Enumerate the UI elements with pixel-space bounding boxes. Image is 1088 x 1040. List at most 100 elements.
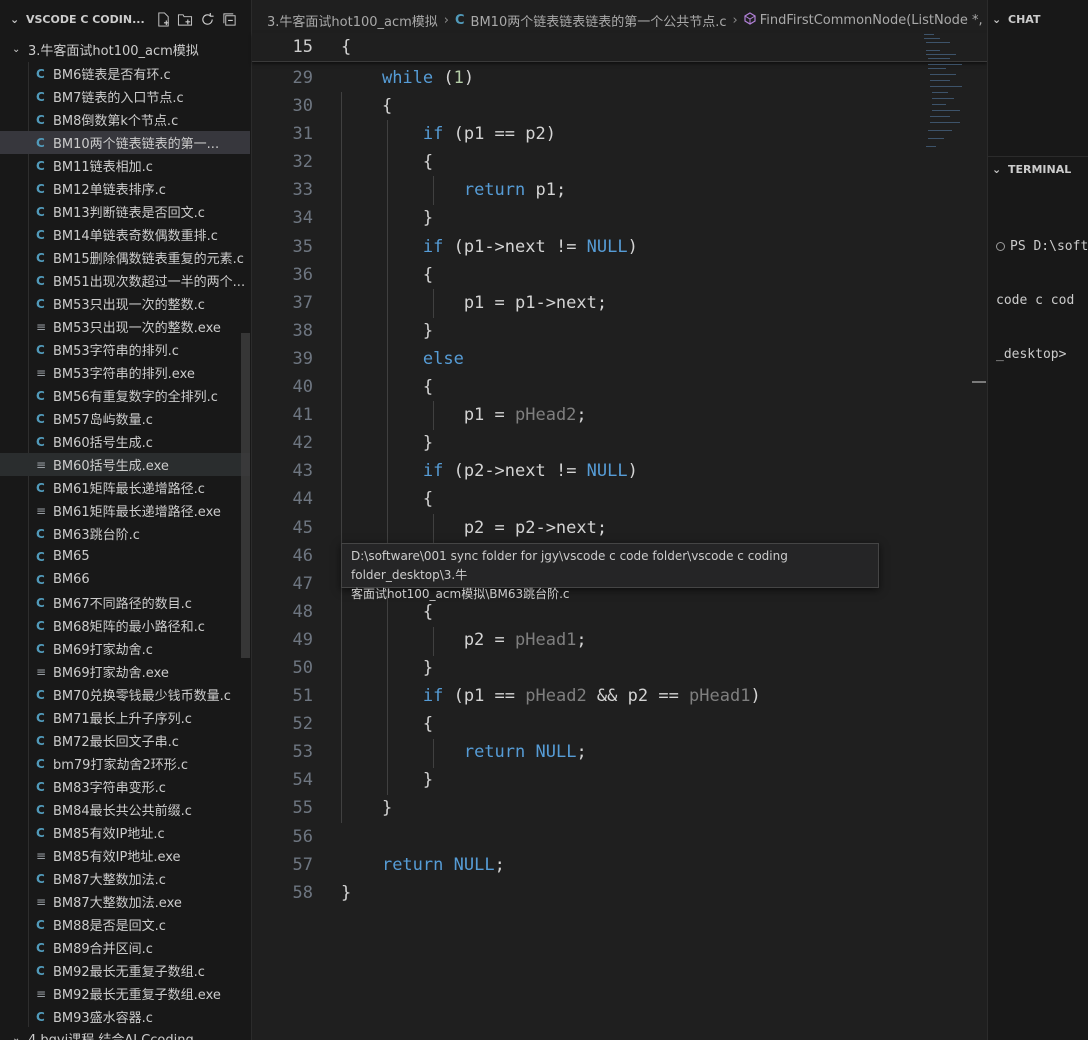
code-line[interactable]: 35 if (p1->next != NULL) <box>252 233 987 261</box>
file-item[interactable]: ≡ BM69打家劫舍.exe <box>0 660 250 683</box>
file-item[interactable]: C BM10两个链表链表的第一... <box>0 131 250 154</box>
file-name: BM63跳台阶.c <box>53 528 140 543</box>
file-item[interactable]: C BM88是否是回文.c <box>0 913 250 936</box>
terminal-output[interactable]: PS D:\soft code c cod _desktop> <box>996 202 1088 400</box>
code-line[interactable]: 30 { <box>252 92 987 120</box>
code-line[interactable]: 38 } <box>252 317 987 345</box>
code-line[interactable]: 32 { <box>252 148 987 176</box>
code-line[interactable]: 53 return NULL; <box>252 738 987 766</box>
file-item[interactable]: C BM11链表相加.c <box>0 154 250 177</box>
collapse-all-icon[interactable] <box>221 11 237 27</box>
code-line[interactable]: 54 } <box>252 766 987 794</box>
file-item[interactable]: ≡ BM92最长无重复子数组.exe <box>0 982 250 1005</box>
file-item[interactable]: C BM87大整数加法.c <box>0 867 250 890</box>
file-item[interactable]: C BM63跳台阶.c <box>0 522 250 545</box>
folder-row[interactable]: ⌄ 3.牛客面试hot100_acm模拟 <box>0 38 251 60</box>
code-text: if (p2->next != NULL) <box>422 461 638 482</box>
breadcrumb-file[interactable]: BM10两个链表链表链表的第一个公共节点.c <box>471 11 727 30</box>
c-file-icon: C <box>36 641 45 656</box>
file-item[interactable]: ≡ BM53只出现一次的整数.exe <box>0 315 250 338</box>
code-line[interactable]: 51 if (p1 == pHead2 && p2 == pHead1) <box>252 682 987 710</box>
c-file-icon: C <box>36 871 45 886</box>
breadcrumb-folder[interactable]: 3.牛客面试hot100_acm模拟 <box>267 11 438 30</box>
line-number: 45 <box>292 517 313 538</box>
code-line[interactable]: 43 if (p2->next != NULL) <box>252 457 987 485</box>
file-item[interactable]: C BM53字符串的排列.c <box>0 338 250 361</box>
file-item[interactable]: C BM6链表是否有环.c <box>0 62 250 85</box>
new-file-icon[interactable] <box>155 11 171 27</box>
file-item[interactable]: C BM65 <box>0 545 250 568</box>
file-item[interactable]: C BM69打家劫舍.c <box>0 637 250 660</box>
file-item[interactable]: Cbm79打家劫舍2环形.c <box>0 752 250 775</box>
code-line[interactable]: 49 p2 = pHead1; <box>252 626 987 654</box>
file-item[interactable]: C BM67不同路径的数目.c <box>0 591 250 614</box>
code-line[interactable]: 33 return p1; <box>252 176 987 204</box>
file-item[interactable]: C BM72最长回文子串.c <box>0 729 250 752</box>
file-item[interactable]: C BM12单链表排序.c <box>0 177 250 200</box>
code-line[interactable]: 57 return NULL; <box>252 851 987 879</box>
folder-row-collapsed[interactable]: ⌄ 4.bgvj课程 结合AI Ccoding <box>0 1027 251 1040</box>
code-line[interactable]: 44 { <box>252 485 987 513</box>
code-text: else <box>422 348 464 369</box>
chevron-down-icon[interactable]: ⌄ <box>10 13 26 26</box>
file-item[interactable]: ≡ BM60括号生成.exe <box>0 453 250 476</box>
file-item[interactable]: C BM14单链表奇数偶数重排.c <box>0 223 250 246</box>
file-item[interactable]: ≡ BM87大整数加法.exe <box>0 890 250 913</box>
file-item[interactable]: C BM56有重复数字的全排列.c <box>0 384 250 407</box>
code-line[interactable]: 36 { <box>252 261 987 289</box>
file-item[interactable]: C BM71最长上升子序列.c <box>0 706 250 729</box>
explorer-header[interactable]: ⌄ VSCODE C CODIN... <box>0 0 251 38</box>
explorer-scrollbar[interactable] <box>241 333 250 658</box>
code-line[interactable]: 50 } <box>252 654 987 682</box>
sticky-scroll-line[interactable]: 15 { <box>252 33 987 63</box>
code-line[interactable]: 39 else <box>252 345 987 373</box>
refresh-icon[interactable] <box>199 11 215 27</box>
file-item[interactable]: C BM7链表的入口节点.c <box>0 85 250 108</box>
file-item[interactable]: C BM68矩阵的最小路径和.c <box>0 614 250 637</box>
terminal-section-header[interactable]: ⌄ TERMINAL <box>988 150 1088 188</box>
file-item[interactable]: ≡ BM61矩阵最长递增路径.exe <box>0 499 250 522</box>
file-item[interactable]: C BM57岛屿数量.c <box>0 407 250 430</box>
file-name: BM53字符串的排列.exe <box>53 367 195 382</box>
file-name: BM84最长共公共前缀.c <box>53 804 192 819</box>
line-number: 34 <box>292 208 313 229</box>
code-line[interactable]: 58} <box>252 879 987 907</box>
file-item[interactable]: C BM70兑换零钱最少钱币数量.c <box>0 683 250 706</box>
file-item[interactable]: C BM53只出现一次的整数.c <box>0 292 250 315</box>
new-folder-icon[interactable] <box>177 11 193 27</box>
code-line[interactable]: 55 } <box>252 794 987 822</box>
file-item[interactable]: ≡ BM85有效IP地址.exe <box>0 844 250 867</box>
code-line[interactable]: 31 if (p1 == p2) <box>252 120 987 148</box>
code-line[interactable]: 34 } <box>252 204 987 232</box>
file-item[interactable]: C BM15删除偶数链表重复的元素.c <box>0 246 250 269</box>
file-item[interactable]: ≡ BM53字符串的排列.exe <box>0 361 250 384</box>
file-item[interactable]: C BM8倒数第k个节点.c <box>0 108 250 131</box>
file-item[interactable]: C BM83字符串变形.c <box>0 775 250 798</box>
file-item[interactable]: C BM84最长共公共前缀.c <box>0 798 250 821</box>
chevron-down-icon[interactable]: ⌄ <box>992 163 1008 176</box>
code-line[interactable]: 40 { <box>252 373 987 401</box>
code-line[interactable]: 37 p1 = p1->next; <box>252 289 987 317</box>
file-item[interactable]: C BM85有效IP地址.c <box>0 821 250 844</box>
file-item[interactable]: C BM61矩阵最长递增路径.c <box>0 476 250 499</box>
code-line[interactable]: 45 p2 = p2->next; <box>252 514 987 542</box>
file-item[interactable]: C BM92最长无重复子数组.c <box>0 959 250 982</box>
minimap[interactable] <box>922 30 977 155</box>
file-item[interactable]: C BM89合并区间.c <box>0 936 250 959</box>
file-item[interactable]: C BM51出现次数超过一半的两个... <box>0 269 250 292</box>
code-line[interactable]: 56 <box>252 823 987 851</box>
chat-section-header[interactable]: ⌄ CHAT <box>988 0 1088 38</box>
exe-file-icon: ≡ <box>36 664 47 679</box>
file-item[interactable]: C BM60括号生成.c <box>0 430 250 453</box>
file-item[interactable]: C BM66 <box>0 568 250 591</box>
code-line[interactable]: 42 } <box>252 429 987 457</box>
code-line[interactable]: 29 while (1) <box>252 64 987 92</box>
code-text: } <box>341 433 434 454</box>
file-item[interactable]: C BM13判断链表是否回文.c <box>0 200 250 223</box>
code-line[interactable]: 52 { <box>252 710 987 738</box>
file-item[interactable]: C BM93盛水容器.c <box>0 1005 250 1028</box>
breadcrumb-symbol[interactable]: FindFirstCommonNode(ListNode *, L <box>760 13 994 28</box>
code-line[interactable]: 41 p1 = pHead2; <box>252 401 987 429</box>
code-lines[interactable]: 29 while (1) 30 {31 if (p1 == p2) 32 {33 r… <box>252 64 987 907</box>
chevron-down-icon[interactable]: ⌄ <box>992 13 1008 26</box>
